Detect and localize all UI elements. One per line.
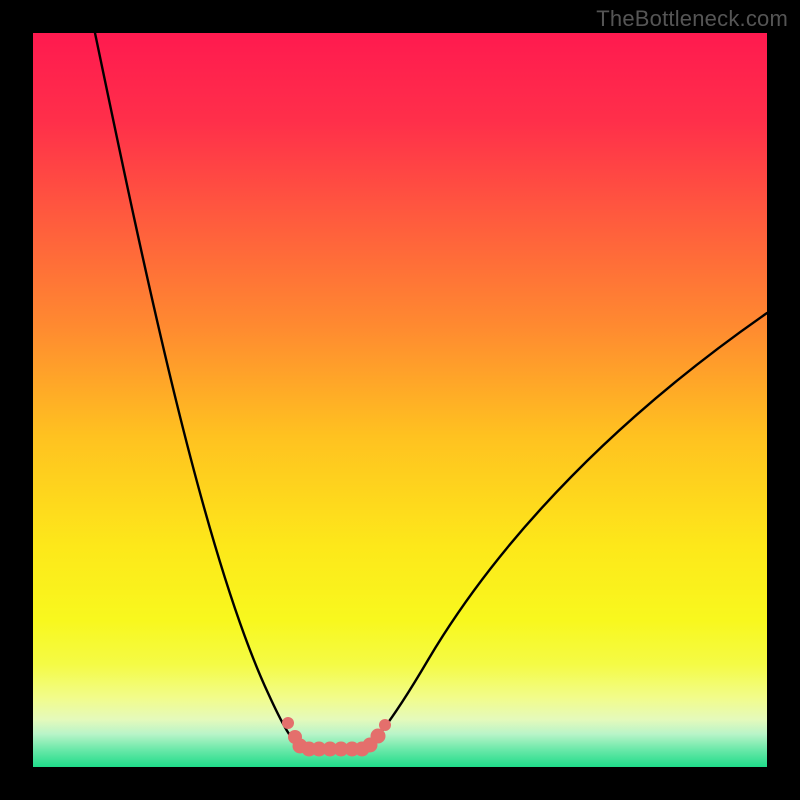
watermark-text: TheBottleneck.com bbox=[596, 6, 788, 32]
plot-area bbox=[33, 33, 767, 767]
curve-layer bbox=[33, 33, 767, 767]
bottleneck-curve bbox=[95, 33, 767, 749]
marker-dot bbox=[379, 719, 391, 731]
chart-frame: TheBottleneck.com bbox=[0, 0, 800, 800]
marker-dot bbox=[282, 717, 294, 729]
marker-dot bbox=[371, 729, 386, 744]
optimal-markers bbox=[282, 717, 391, 757]
